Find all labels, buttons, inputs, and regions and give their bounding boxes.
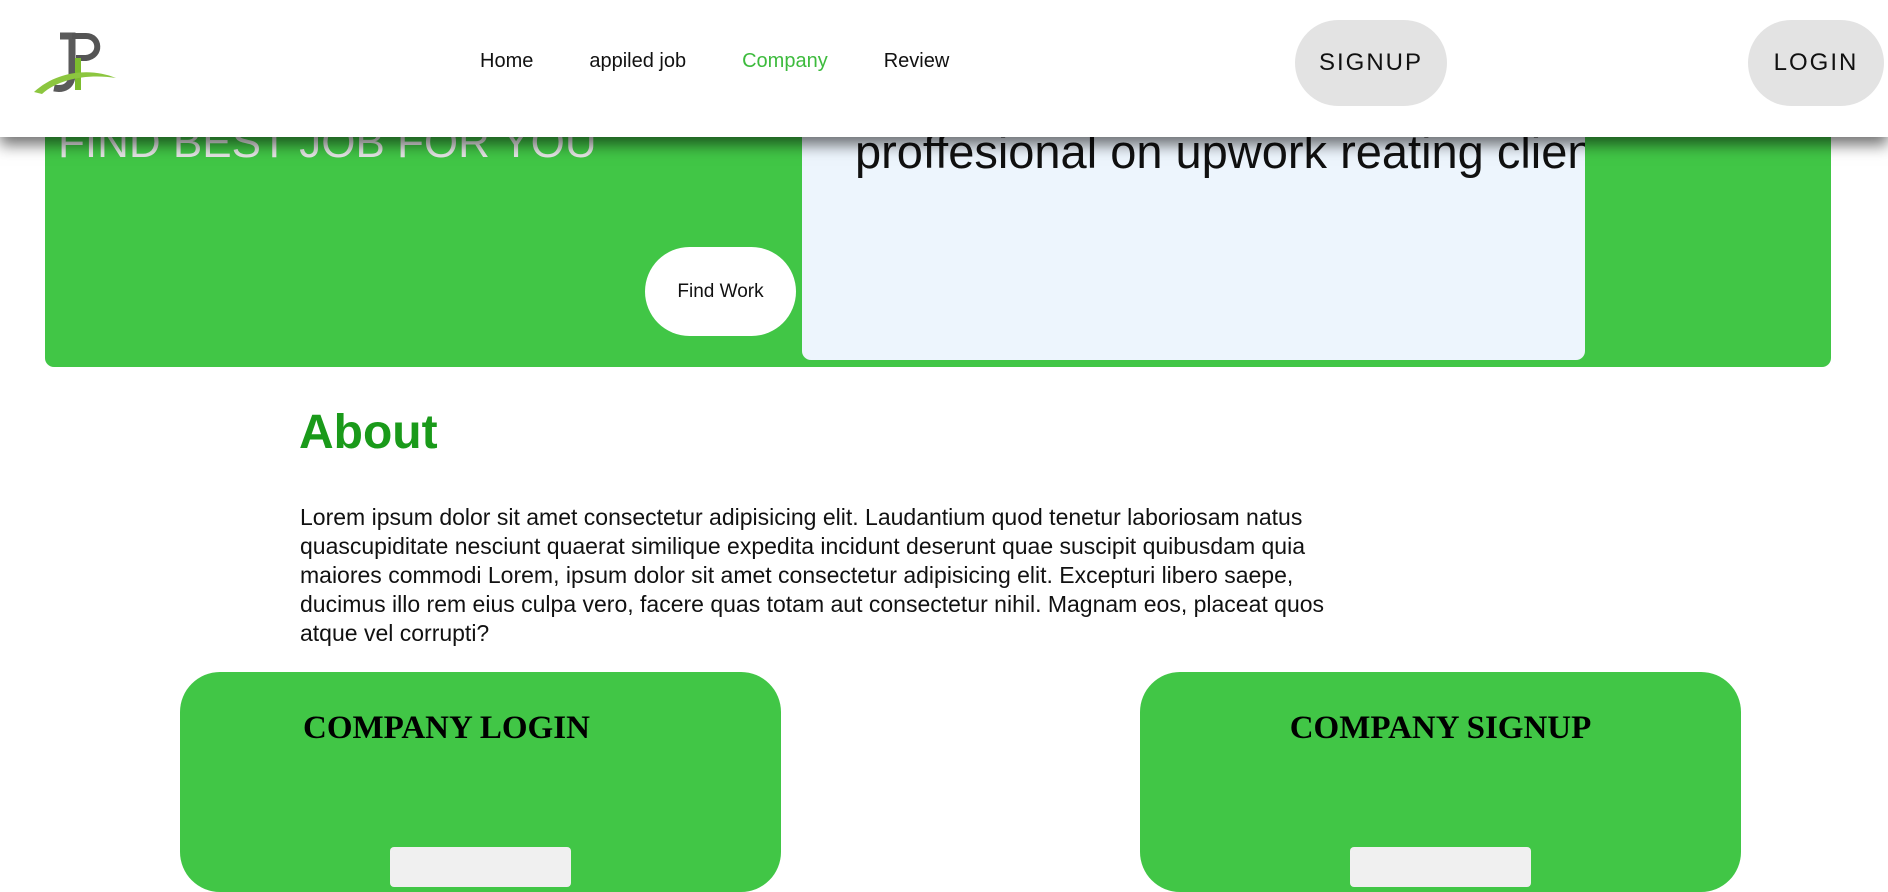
company-login-card: COMPANY LOGIN bbox=[180, 672, 781, 892]
about-text: Lorem ipsum dolor sit amet consectetur a… bbox=[300, 504, 1325, 646]
nav-link-company[interactable]: Company bbox=[742, 50, 828, 73]
find-work-button[interactable]: Find Work bbox=[645, 247, 796, 336]
company-login-title: COMPANY LOGIN bbox=[303, 710, 590, 746]
company-signup-title: COMPANY SIGNUP bbox=[1289, 710, 1592, 746]
login-button[interactable]: LOGIN bbox=[1748, 20, 1884, 106]
company-signup-button[interactable] bbox=[1350, 847, 1531, 887]
nav-link-review[interactable]: Review bbox=[884, 50, 950, 73]
company-signup-card: COMPANY SIGNUP bbox=[1140, 672, 1741, 892]
nav-link-applied-job[interactable]: appiled job bbox=[589, 50, 686, 73]
company-login-button[interactable] bbox=[390, 847, 571, 887]
main-nav: Home appiled job Company Review bbox=[480, 50, 949, 73]
nav-link-home[interactable]: Home bbox=[480, 50, 533, 73]
about-heading: About bbox=[299, 406, 438, 459]
jp-logo-icon[interactable] bbox=[30, 30, 118, 102]
signup-button[interactable]: SIGNUP bbox=[1295, 20, 1447, 106]
navbar: Home appiled job Company Review SIGNUP L… bbox=[0, 0, 1888, 137]
